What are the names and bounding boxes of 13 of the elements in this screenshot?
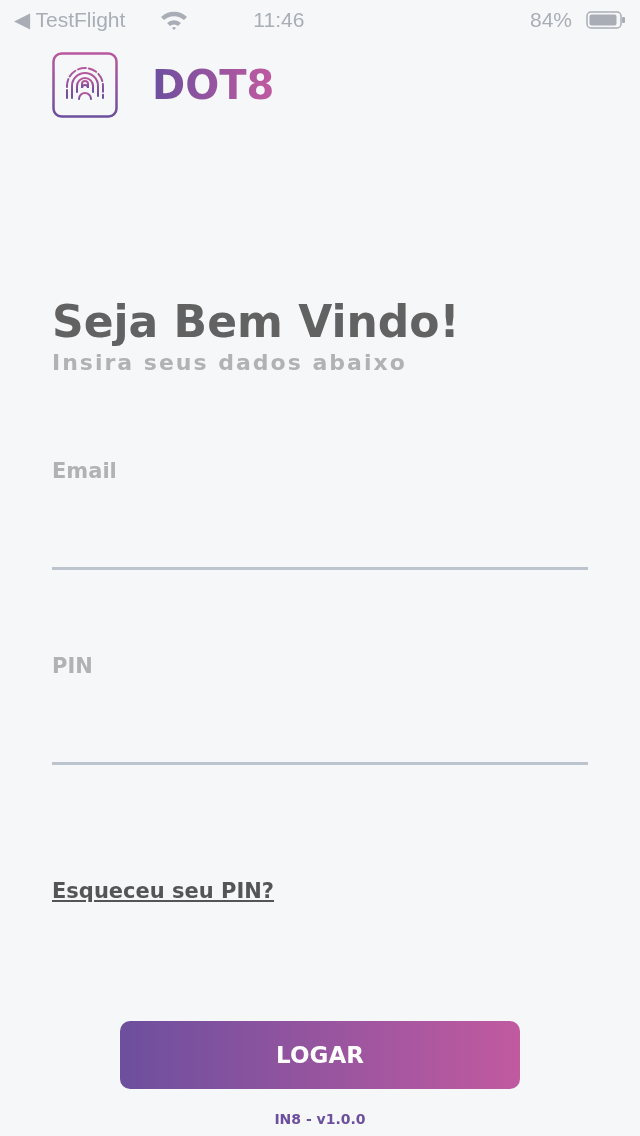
status-back-app[interactable]: ◀ TestFlight xyxy=(14,8,126,32)
status-battery-percent: 84% xyxy=(529,8,572,32)
input-field[interactable]: PIN xyxy=(52,654,588,765)
login-button[interactable]: LOGAR xyxy=(120,1021,520,1089)
welcome-title: Seja Bem Vindo! xyxy=(52,295,461,349)
version-text: IN8 - v1.0.0 xyxy=(273,1111,367,1127)
fingerprint-logo-icon xyxy=(52,52,118,118)
wifi-icon xyxy=(159,10,190,30)
input-field[interactable]: Email xyxy=(52,459,588,570)
welcome-subtitle: Insira seus dados abaixo xyxy=(52,350,408,375)
forgot-pin-link[interactable]: Esqueceu seu PIN? xyxy=(52,879,274,903)
status-time: 11:46 xyxy=(253,8,305,32)
battery-icon xyxy=(586,10,626,30)
